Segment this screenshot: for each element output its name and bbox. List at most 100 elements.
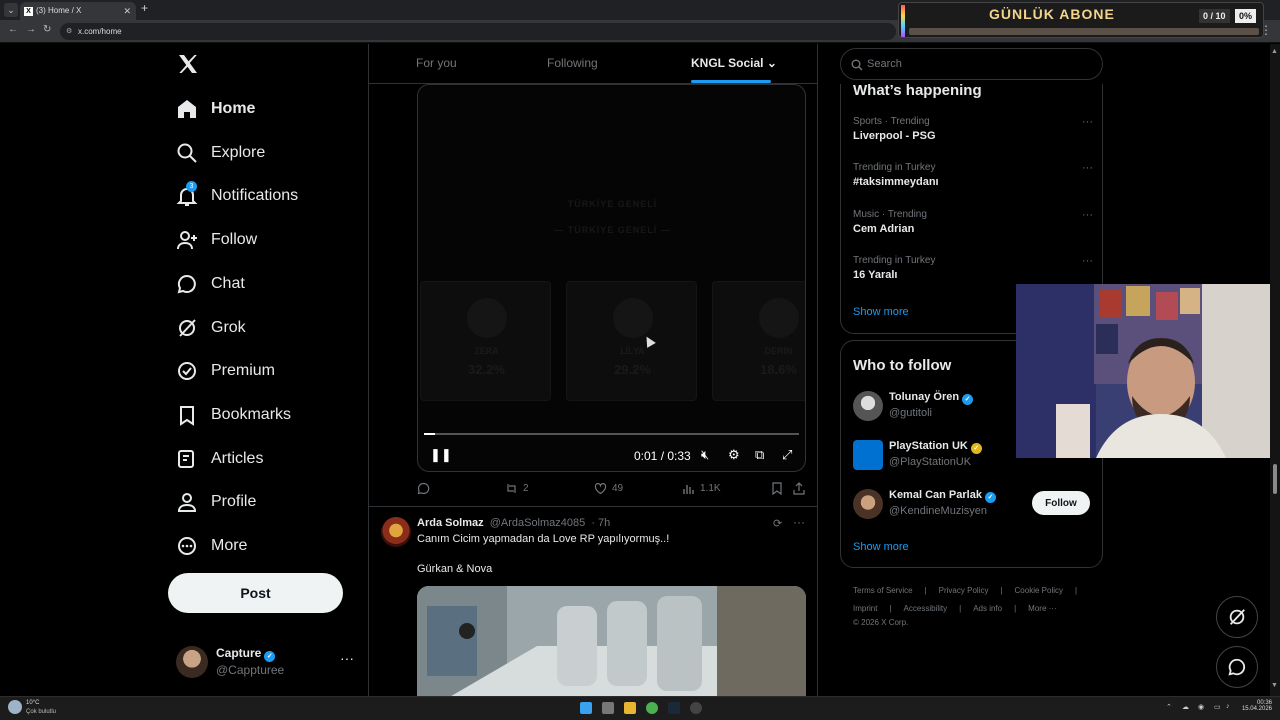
site-info-icon[interactable]: ⚙ — [66, 23, 72, 40]
chat-float-button[interactable] — [1216, 646, 1258, 688]
x-logo-icon[interactable] — [176, 52, 200, 76]
scroll-down-icon[interactable]: ▼ — [1271, 682, 1278, 689]
tray-display-icon[interactable]: ▭ — [1214, 703, 1221, 711]
footer-link-imprint[interactable]: Imprint — [853, 604, 877, 613]
sidebar-item-home[interactable]: Home — [176, 94, 255, 124]
pause-icon[interactable]: ❚❚ — [430, 447, 452, 463]
more-dots-icon[interactable]: ··· — [1082, 209, 1093, 221]
more-dots-icon[interactable]: ··· — [1082, 162, 1093, 174]
footer-link-ads-info[interactable]: Ads info — [973, 604, 1002, 613]
bookmark-icon[interactable] — [771, 482, 783, 495]
reload-icon[interactable]: ↻ — [43, 24, 51, 35]
more-dots-icon[interactable]: ··· — [793, 515, 805, 529]
show-more-link[interactable]: Show more — [853, 306, 909, 318]
scroll-up-icon[interactable]: ▲ — [1271, 48, 1278, 55]
video-card-name: DERİN — [764, 346, 793, 356]
sidebar-item-follow[interactable]: Follow — [176, 225, 257, 255]
settings-gear-icon[interactable]: ⚙ — [728, 447, 740, 463]
post-button[interactable]: Post — [168, 573, 343, 613]
show-more-link[interactable]: Show more — [853, 541, 909, 553]
like-heart-icon[interactable]: 49 — [594, 482, 623, 495]
tweet-media-image[interactable] — [417, 586, 806, 696]
sidebar-item-label: Home — [211, 100, 256, 117]
tab-following[interactable]: Following — [547, 56, 598, 70]
tray-volume-icon[interactable]: ♪ — [1226, 703, 1230, 710]
sidebar-item-articles[interactable]: Articles — [176, 444, 263, 474]
trend-item[interactable]: Trending in Turkey #taksimmeydanı ··· — [853, 162, 1093, 198]
grok-icon[interactable]: ⟳ — [773, 517, 782, 530]
tab-kngl-social[interactable]: KNGL Social ⌄ — [691, 56, 777, 70]
sidebar-item-label: Notifications — [211, 187, 299, 204]
scrollbar-thumb[interactable] — [1273, 464, 1277, 494]
video-progress-bar[interactable] — [424, 433, 799, 435]
tweet-author-name[interactable]: Arda Solmaz — [417, 517, 484, 529]
video-player[interactable]: TÜRKİYE GENELİ — TÜRKİYE GENELİ — ZERA 32… — [417, 84, 806, 472]
picture-in-picture-icon[interactable]: ⧉ — [755, 447, 764, 463]
obs-icon[interactable] — [690, 702, 702, 714]
follow-suggestion[interactable]: Kemal Can Parlak ✓ @KendineMuzisyen Follo… — [853, 489, 1093, 523]
back-icon[interactable]: ← — [8, 24, 18, 35]
tweet-author-handle[interactable]: @ArdaSolmaz4085 — [490, 517, 586, 529]
suggestion-name: PlayStation UK — [889, 440, 968, 452]
sidebar-item-notifications[interactable]: 3 Notifications — [176, 181, 298, 211]
account-switcher[interactable]: Capture ✓ @Cappturee ··· — [176, 644, 356, 680]
tweet-text: Gürkan & Nova — [417, 563, 493, 575]
url-field[interactable]: ⚙ x.com/home — [60, 23, 896, 40]
reply-icon[interactable] — [417, 482, 435, 495]
footer-link-terms[interactable]: Terms of Service — [853, 586, 913, 595]
footer-link-cookie[interactable]: Cookie Policy — [1015, 586, 1063, 595]
tweet-time[interactable]: · 7h — [591, 517, 610, 529]
more-dots-icon[interactable]: ··· — [1082, 116, 1093, 128]
sidebar-item-bookmarks[interactable]: Bookmarks — [176, 400, 291, 430]
task-view-icon[interactable] — [602, 702, 614, 714]
new-tab-button[interactable]: + — [141, 1, 148, 15]
overlay-title: GÜNLÜK ABONE — [989, 6, 1115, 22]
page-scrollbar[interactable]: ▲ ▼ — [1270, 44, 1280, 696]
trend-item[interactable]: Music · Trending Cem Adrian ··· — [853, 209, 1093, 245]
forward-icon[interactable]: → — [26, 24, 36, 35]
overlay-stripe — [901, 5, 905, 37]
url-text: x.com/home — [78, 27, 122, 36]
chrome-icon[interactable] — [646, 702, 658, 714]
more-dots-icon[interactable]: ··· — [340, 650, 354, 666]
file-explorer-icon[interactable] — [624, 702, 636, 714]
avatar[interactable] — [381, 517, 411, 547]
weather-temperature: 10°C — [26, 700, 40, 706]
tray-app-icon[interactable]: ◉ — [1198, 703, 1204, 711]
browser-tab[interactable]: X (3) Home / X ✕ — [20, 2, 136, 20]
sidebar-item-chat[interactable]: Chat — [176, 269, 245, 299]
video-card: ZERA 32.2% — [420, 281, 551, 401]
system-clock[interactable]: 00:36 15.04.2026 — [1240, 700, 1272, 712]
sidebar-item-explore[interactable]: Explore — [176, 138, 265, 168]
follow-button[interactable]: Follow — [1032, 491, 1090, 515]
overlay-count: 0 / 10 — [1199, 9, 1230, 23]
repost-icon[interactable]: 2 — [505, 482, 529, 495]
sidebar-item-label: Chat — [211, 275, 245, 292]
video-faint-subtitle: — TÜRKİYE GENELİ — — [554, 225, 671, 235]
footer-link-more[interactable]: More ··· — [1028, 604, 1056, 613]
footer-link-privacy[interactable]: Privacy Policy — [939, 586, 989, 595]
sidebar-item-premium[interactable]: Premium — [176, 356, 275, 386]
windows-start-icon[interactable] — [580, 702, 592, 714]
steam-icon[interactable] — [668, 702, 680, 714]
footer-links: Imprint | Accessibility | Ads info | More ··· — [853, 604, 1069, 613]
views-chart-icon[interactable]: 1.1K — [682, 482, 721, 495]
grok-float-button[interactable] — [1216, 596, 1258, 638]
tray-chevron-icon[interactable]: ⌃ — [1166, 703, 1172, 711]
tray-cloud-icon[interactable]: ☁ — [1182, 703, 1189, 711]
search-input[interactable]: Search — [840, 48, 1103, 80]
sidebar-item-grok[interactable]: Grok — [176, 313, 246, 343]
fullscreen-icon[interactable]: ⤢ — [782, 447, 792, 463]
tab-for-you[interactable]: For you — [416, 56, 457, 70]
sidebar-item-profile[interactable]: Profile — [176, 487, 256, 517]
footer-link-accessibility[interactable]: Accessibility — [904, 604, 948, 613]
mute-icon[interactable]: 🔇︎ — [701, 447, 709, 463]
more-dots-icon[interactable]: ··· — [1082, 255, 1093, 267]
share-icon[interactable] — [793, 482, 805, 495]
weather-cloud-icon[interactable] — [8, 700, 22, 714]
tab-menu-button[interactable]: ⌄ — [4, 3, 18, 17]
person-add-icon — [176, 229, 198, 251]
tab-close-icon[interactable]: ✕ — [123, 2, 131, 20]
trend-item[interactable]: Sports · Trending Liverpool - PSG ··· — [853, 116, 1093, 152]
sidebar-item-more[interactable]: More — [176, 531, 247, 561]
